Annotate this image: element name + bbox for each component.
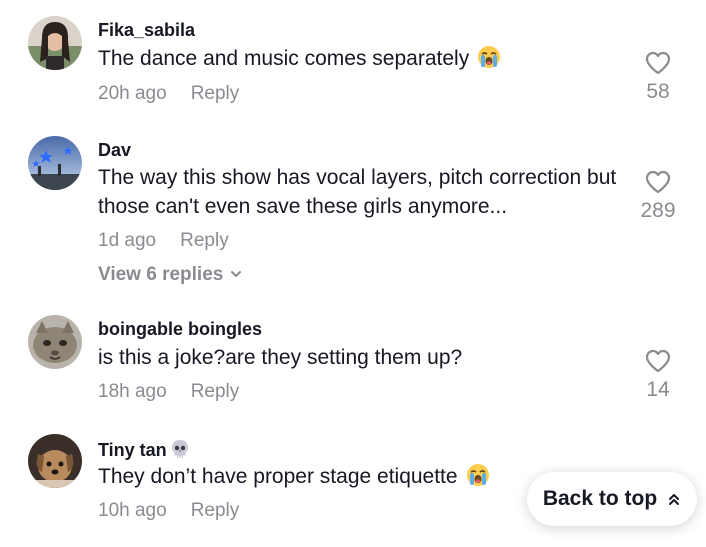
comment-meta: 18h ago Reply [98,381,239,403]
comment-time: 18h ago [98,381,167,402]
reply-button[interactable]: Reply [180,230,229,251]
avatar[interactable] [28,136,82,190]
comment-meta: 10h ago Reply [98,500,239,522]
avatar[interactable] [28,16,82,70]
like-button[interactable]: 58 [628,50,688,104]
back-to-top-label: Back to top [542,487,658,510]
comment-username[interactable]: Fika_sabila [98,20,195,41]
reply-button[interactable]: Reply [191,83,240,104]
comment-time: 10h ago [98,500,167,521]
avatar[interactable] [28,434,82,488]
like-count: 14 [646,378,670,401]
view-replies-label: View 6 replies [98,264,224,285]
avatar[interactable] [28,315,82,369]
comment-meta: 1d ago Reply [98,230,229,252]
loudly-crying-face-icon [466,464,489,486]
comment-username-text: Tiny tan [98,440,167,460]
like-button[interactable]: 14 [628,348,688,402]
back-to-top-button[interactable]: Back to top [527,472,697,526]
comment-time: 20h ago [98,83,167,104]
skull-icon [171,440,188,458]
like-count: 289 [640,199,676,222]
double-chevron-up-icon [669,494,680,505]
chevron-down-icon [231,271,242,277]
heart-icon [645,51,671,75]
like-count: 58 [646,80,670,103]
comment-text: is this a joke?are they setting them up? [98,346,463,369]
heart-icon [645,170,671,194]
comment-text: The dance and music comes separately [98,44,638,73]
comment-username[interactable]: Tiny tan [98,438,191,461]
comment-username[interactable]: boingable boingles [98,319,262,340]
comments-panel: Fika_sabila The dance and music comes se… [0,0,706,547]
like-button[interactable]: 289 [628,169,688,223]
comment-time: 1d ago [98,230,157,251]
comment-username[interactable]: Dav [98,140,131,161]
comment-text-content: The dance and music comes separately [98,47,470,70]
comment-meta: 20h ago Reply [98,83,239,105]
heart-icon [645,349,671,373]
view-replies-button[interactable]: View 6 replies [98,264,243,286]
comment-text-content: They don’t have proper stage etiquette [98,465,458,488]
loudly-crying-face-icon [478,46,501,68]
reply-button[interactable]: Reply [191,381,240,402]
comment-text: The way this show has vocal layers, pitc… [98,166,617,218]
reply-button[interactable]: Reply [191,500,240,521]
